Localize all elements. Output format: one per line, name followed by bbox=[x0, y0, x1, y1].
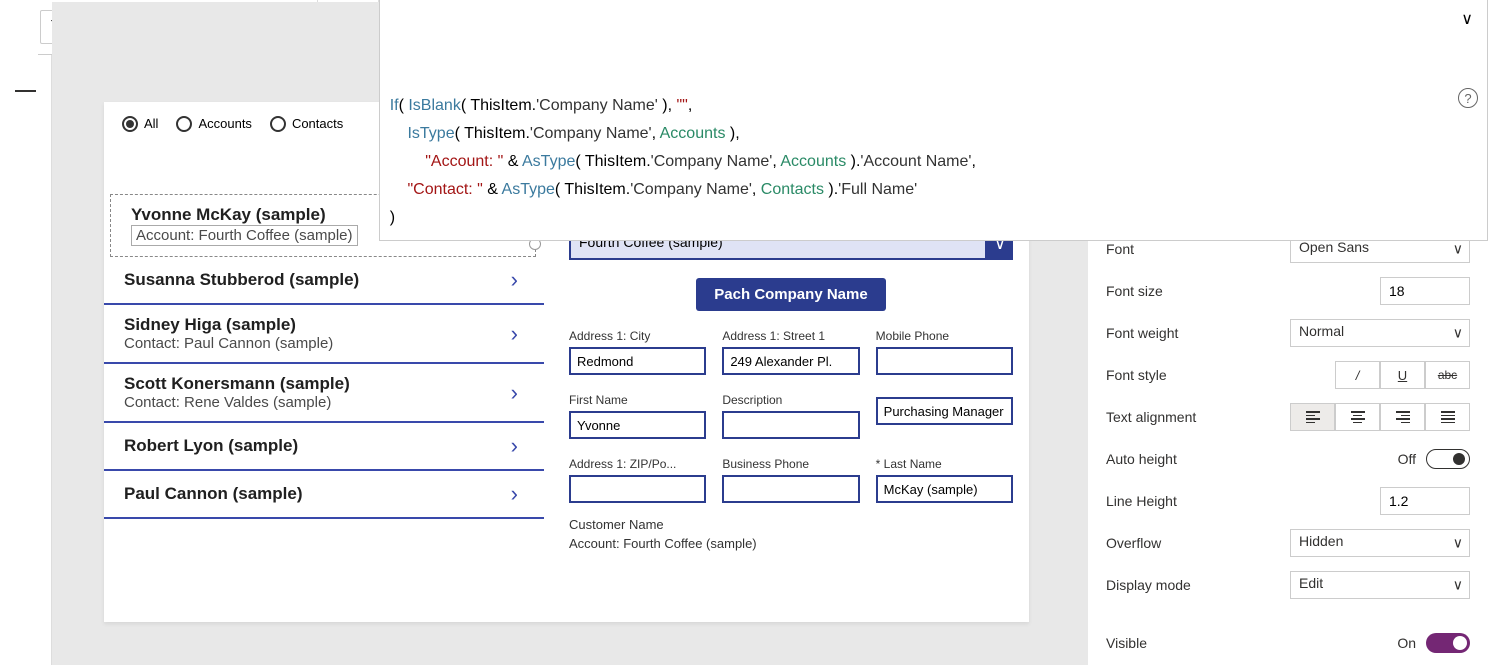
zip-field[interactable] bbox=[569, 475, 706, 503]
bphone-field[interactable] bbox=[722, 475, 859, 503]
fontstyle-group: / U abc bbox=[1335, 361, 1470, 389]
job-field[interactable] bbox=[876, 397, 1013, 425]
chevron-down-icon: ∨ bbox=[1453, 325, 1463, 342]
fontweight-select[interactable]: Normal∨ bbox=[1290, 319, 1470, 347]
chevron-right-icon[interactable]: › bbox=[511, 321, 524, 347]
strike-button[interactable]: abc bbox=[1425, 361, 1470, 389]
gallery-item[interactable]: Sidney Higa (sample)Contact: Paul Cannon… bbox=[104, 305, 544, 364]
form-area: Accounts Contacts Fourth Coffee (sample)… bbox=[569, 192, 1013, 551]
radio-accounts[interactable]: Accounts bbox=[176, 116, 251, 132]
desc-field[interactable] bbox=[722, 411, 859, 439]
chevron-right-icon[interactable]: › bbox=[511, 433, 524, 459]
chevron-down-icon: ∨ bbox=[1453, 535, 1463, 552]
chevron-down-icon: ∨ bbox=[1453, 577, 1463, 594]
gallery-item[interactable]: Scott Konersmann (sample)Contact: Rene V… bbox=[104, 364, 544, 423]
align-center-button[interactable] bbox=[1335, 403, 1380, 431]
chevron-right-icon[interactable]: › bbox=[511, 380, 524, 406]
chevron-right-icon[interactable]: › bbox=[511, 481, 524, 507]
street-field[interactable] bbox=[722, 347, 859, 375]
chevron-down-icon: ∨ bbox=[1453, 241, 1463, 258]
formula-editor[interactable]: If( IsBlank( ThisItem.'Company Name' ), … bbox=[379, 0, 1488, 54]
city-field[interactable] bbox=[569, 347, 706, 375]
gallery-title: Yvonne McKay (sample) bbox=[131, 205, 358, 225]
mobile-field[interactable] bbox=[876, 347, 1013, 375]
left-rail bbox=[0, 0, 52, 665]
overflow-select[interactable]: Hidden∨ bbox=[1290, 529, 1470, 557]
layers-icon[interactable] bbox=[15, 130, 37, 152]
grid-icon[interactable] bbox=[15, 180, 37, 202]
gallery-item[interactable]: Paul Cannon (sample) › bbox=[104, 471, 544, 519]
customer-block: Customer Name Account: Fourth Coffee (sa… bbox=[569, 517, 1013, 551]
visible-toggle[interactable] bbox=[1426, 633, 1470, 653]
hamburger-icon[interactable] bbox=[15, 80, 37, 102]
radio-all[interactable]: All bbox=[122, 116, 158, 132]
gallery-subtitle-selected[interactable]: Account: Fourth Coffee (sample) bbox=[131, 225, 358, 246]
last-field[interactable] bbox=[876, 475, 1013, 503]
help-icon[interactable]: ? bbox=[1458, 88, 1478, 108]
properties-panel: TextAccount: Fourth Coffee (sample) Font… bbox=[1088, 180, 1488, 665]
gallery-item[interactable]: Susanna Stubberod (sample) › bbox=[104, 257, 544, 305]
align-right-icon bbox=[1396, 411, 1410, 423]
underline-button[interactable]: U bbox=[1380, 361, 1425, 389]
fontsize-input[interactable] bbox=[1380, 277, 1470, 305]
align-justify-icon bbox=[1441, 411, 1455, 423]
displaymode-select[interactable]: Edit∨ bbox=[1290, 571, 1470, 599]
align-justify-button[interactable] bbox=[1425, 403, 1470, 431]
italic-button[interactable]: / bbox=[1335, 361, 1380, 389]
formula-expand-icon[interactable]: ∨ bbox=[1461, 6, 1473, 34]
form-fields: Address 1: City Address 1: Street 1 Mobi… bbox=[569, 329, 1013, 503]
lineheight-input[interactable] bbox=[1380, 487, 1470, 515]
radio-contacts[interactable]: Contacts bbox=[270, 116, 343, 132]
chevron-right-icon[interactable]: › bbox=[511, 267, 524, 293]
align-center-icon bbox=[1351, 411, 1365, 423]
align-left-button[interactable] bbox=[1290, 403, 1335, 431]
align-left-icon bbox=[1306, 411, 1320, 423]
first-field[interactable] bbox=[569, 411, 706, 439]
autoheight-toggle[interactable] bbox=[1426, 449, 1470, 469]
align-right-button[interactable] bbox=[1380, 403, 1425, 431]
gallery: Yvonne McKay (sample) Account: Fourth Co… bbox=[104, 192, 544, 519]
patch-company-button[interactable]: Pach Company Name bbox=[696, 278, 885, 311]
align-group bbox=[1290, 403, 1470, 431]
gallery-item[interactable]: Robert Lyon (sample) › bbox=[104, 423, 544, 471]
